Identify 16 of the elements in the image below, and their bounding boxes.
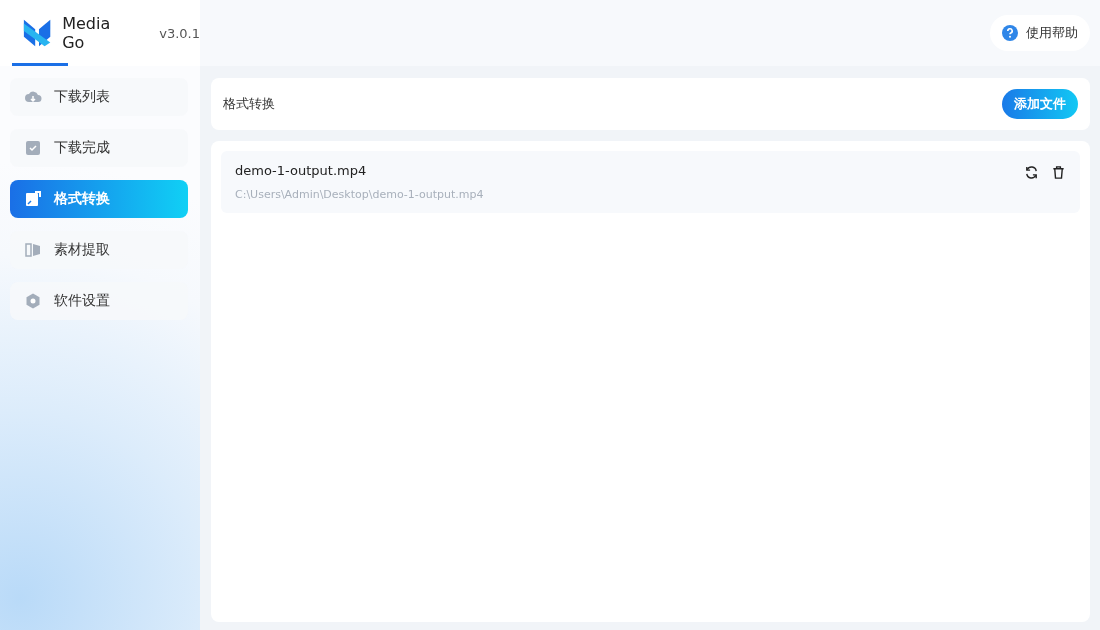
help-button[interactable]: 使用帮助 <box>990 15 1090 51</box>
checkbox-icon <box>24 139 42 157</box>
file-name: demo-1-output.mp4 <box>235 163 368 178</box>
settings-icon <box>24 292 42 310</box>
page-title: 格式转换 <box>223 95 275 113</box>
sidebar-item[interactable]: 下载列表 <box>10 78 188 116</box>
trash-icon[interactable] <box>1051 165 1066 180</box>
refresh-icon[interactable] <box>1024 165 1039 180</box>
app-name: Media Go <box>62 14 112 52</box>
logo-icon <box>22 17 53 49</box>
app-version: v3.0.1 <box>159 25 200 41</box>
panels-icon <box>24 241 42 259</box>
convert-icon <box>24 190 42 208</box>
file-path: C:\Users\Admin\Desktop\demo-1-output.mp4 <box>235 188 484 201</box>
help-icon <box>1002 25 1018 41</box>
sidebar-item[interactable]: 下载完成 <box>10 129 188 167</box>
